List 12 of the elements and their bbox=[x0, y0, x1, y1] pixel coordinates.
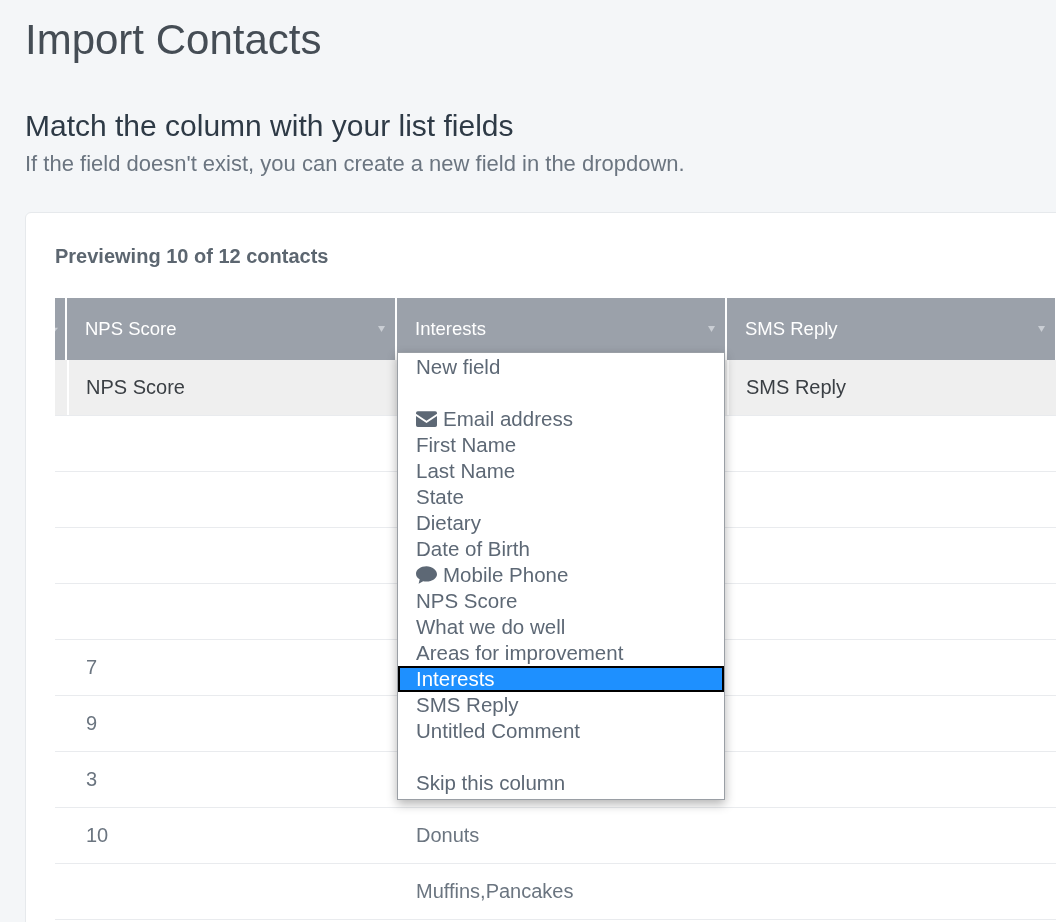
page-title: Import Contacts bbox=[25, 15, 323, 65]
table-cell-text: 3 bbox=[85, 767, 99, 792]
table-cell-text: Donuts bbox=[415, 823, 481, 848]
table-cell-text: Muffins,Pancakes bbox=[415, 879, 575, 904]
table-cell-text: 9 bbox=[85, 711, 99, 736]
section-description: If the field doesn't exist, you can create a new field in the dropdown. bbox=[25, 150, 686, 178]
table-cell-text: 7 bbox=[85, 655, 99, 680]
table-cell-text: 10 bbox=[85, 823, 110, 848]
section-heading: Match the column with your list fields bbox=[25, 108, 515, 144]
table-cell: SMS Reply bbox=[727, 360, 1056, 415]
preview-summary: Previewing 10 of 12 contacts bbox=[55, 244, 329, 268]
table-cell: NPS Score bbox=[67, 360, 397, 415]
